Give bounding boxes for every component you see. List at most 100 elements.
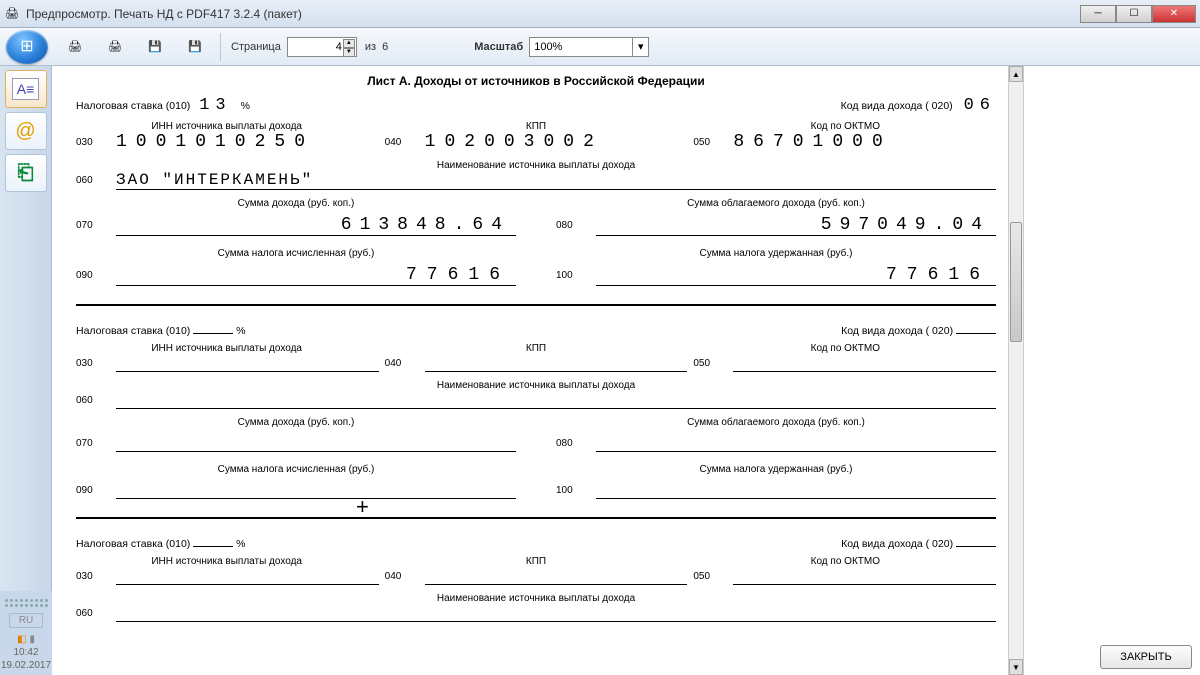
tax-calc-label: Сумма налога исчисленная (руб.) xyxy=(76,248,516,259)
code-090-2: 090 xyxy=(76,485,104,496)
kpp-header: КПП xyxy=(385,121,686,132)
chevron-down-icon: ▾ xyxy=(632,38,648,56)
code-050-2: 050 xyxy=(693,358,721,369)
tax-calc-label-2: Сумма налога исчисленная (руб.) xyxy=(76,464,516,475)
code-050: 050 xyxy=(693,137,721,148)
income-block-1: Налоговая ставка (010) 13 % Код вида дох… xyxy=(76,96,996,294)
src-name-label-3: Наименование источника выплаты дохода xyxy=(76,593,996,604)
percent-label-3: % xyxy=(236,538,245,550)
close-button[interactable]: ЗАКРЫТЬ xyxy=(1100,645,1192,669)
printer-check-icon: 🖨 xyxy=(68,40,82,53)
income-block-3: Налоговая ставка (010) % Код вида дохода… xyxy=(76,529,996,622)
kpp-header-3: КПП xyxy=(385,556,686,567)
code-090: 090 xyxy=(76,270,104,281)
spinner-down-icon[interactable]: ▼ xyxy=(343,48,355,57)
code-040: 040 xyxy=(385,137,413,148)
income-sum-label: Сумма дохода (руб. коп.) xyxy=(76,198,516,209)
floppy-icon: 💾 xyxy=(148,40,162,53)
printer-icon: 🖨 xyxy=(108,40,122,53)
form-title: Лист А. Доходы от источников в Российско… xyxy=(76,74,996,88)
tax-rate-label: Налоговая ставка (010) xyxy=(76,100,190,112)
tray-date: 19.02.2017 xyxy=(1,660,51,671)
at-icon: @ xyxy=(15,120,35,143)
close-window-button[interactable]: ✕ xyxy=(1152,5,1196,23)
vertical-scrollbar[interactable]: ▲ ▼ xyxy=(1008,66,1024,675)
income-code-label: Код вида дохода ( 020) xyxy=(841,100,953,112)
income-code-value: 06 xyxy=(964,96,996,115)
zoom-select[interactable]: 100% ▾ xyxy=(529,37,649,57)
code-030-2: 030 xyxy=(76,358,104,369)
scroll-up-icon[interactable]: ▲ xyxy=(1009,66,1023,82)
left-sidebar: A≡ @ ⎗ RU ◧ ▮ 10:42 19.02.2017 xyxy=(0,66,52,675)
toolbar: 🖨 🖨 💾 💾 Страница ▲ ▼ из 6 Масштаб 100% ▾ xyxy=(0,28,1200,66)
grip-icon xyxy=(0,595,54,611)
taxable-sum-label: Сумма облагаемого дохода (руб. коп.) xyxy=(556,198,996,209)
code-050-3: 050 xyxy=(693,571,721,582)
code-060: 060 xyxy=(76,175,104,186)
window-title: Предпросмотр. Печать НД с PDF417 3.2.4 (… xyxy=(26,7,1080,21)
save-button[interactable]: 💾 xyxy=(136,30,174,64)
save-copy-button[interactable]: 💾 xyxy=(176,30,214,64)
title-bar: 🖨 Предпросмотр. Печать НД с PDF417 3.2.4… xyxy=(0,0,1200,28)
tax-withheld-label-2: Сумма налога удержанная (руб.) xyxy=(556,464,996,475)
code-060-2: 060 xyxy=(76,395,104,406)
inn-value: 1001010250 xyxy=(116,132,379,152)
income-sum-label-2: Сумма дохода (руб. коп.) xyxy=(76,417,516,428)
code-040-2: 040 xyxy=(385,358,413,369)
zoom-value: 100% xyxy=(534,41,562,53)
code-030: 030 xyxy=(76,137,104,148)
text-select-icon: A≡ xyxy=(12,78,40,100)
kpp-header-2: КПП xyxy=(385,343,686,354)
maximize-button[interactable]: ☐ xyxy=(1116,5,1152,23)
window-controls: ─ ☐ ✕ xyxy=(1080,5,1196,23)
income-block-2: Налоговая ставка (010) % Код вида дохода… xyxy=(76,316,996,507)
system-tray: RU ◧ ▮ 10:42 19.02.2017 xyxy=(0,591,52,675)
code-070-2: 070 xyxy=(76,438,104,449)
tray-app-icon[interactable]: ◧ xyxy=(17,634,26,645)
inn-header: ИНН источника выплаты дохода xyxy=(76,121,377,132)
src-name-label: Наименование источника выплаты дохода xyxy=(76,160,996,171)
oktmo-header: Код по ОКТМО xyxy=(695,121,996,132)
tax-withheld-label: Сумма налога удержанная (руб.) xyxy=(556,248,996,259)
src-name-label-2: Наименование источника выплаты дохода xyxy=(76,380,996,391)
tray-time: 10:42 xyxy=(13,647,38,658)
sidebar-tool-text[interactable]: A≡ xyxy=(5,70,47,108)
percent-label-2: % xyxy=(236,325,245,337)
print-default-button[interactable]: 🖨 xyxy=(56,30,94,64)
scroll-thumb[interactable] xyxy=(1010,222,1022,342)
income-code-label-2: Код вида дохода ( 020) xyxy=(841,325,953,337)
scroll-track[interactable] xyxy=(1009,82,1023,659)
income-code-label-3: Код вида дохода ( 020) xyxy=(841,538,953,550)
tax-calc-value: 77616 xyxy=(116,265,516,286)
section-divider xyxy=(76,304,996,306)
document-d-icon: ⎗ xyxy=(18,162,34,185)
page-spinner[interactable]: ▲ ▼ xyxy=(343,39,355,57)
language-indicator[interactable]: RU xyxy=(9,613,43,628)
spinner-up-icon[interactable]: ▲ xyxy=(343,39,355,48)
tax-rate-label-3: Налоговая ставка (010) xyxy=(76,538,190,550)
inn-header-3: ИНН источника выплаты дохода xyxy=(76,556,377,567)
code-030-3: 030 xyxy=(76,571,104,582)
scroll-down-icon[interactable]: ▼ xyxy=(1009,659,1023,675)
main-area: A≡ @ ⎗ RU ◧ ▮ 10:42 19.02.2017 Лист А. Д… xyxy=(0,66,1200,675)
oktmo-header-3: Код по ОКТМО xyxy=(695,556,996,567)
app-icon: 🖨 xyxy=(4,6,20,22)
code-100: 100 xyxy=(556,270,584,281)
oktmo-header-2: Код по ОКТМО xyxy=(695,343,996,354)
document-page[interactable]: Лист А. Доходы от источников в Российско… xyxy=(68,66,1004,675)
minimize-button[interactable]: ─ xyxy=(1080,5,1116,23)
signal-icon[interactable]: ▮ xyxy=(29,634,35,645)
taxable-sum-label-2: Сумма облагаемого дохода (руб. коп.) xyxy=(556,417,996,428)
inn-header-2: ИНН источника выплаты дохода xyxy=(76,343,377,354)
sidebar-tool-declaration[interactable]: ⎗ xyxy=(5,154,47,192)
start-orb-icon[interactable] xyxy=(6,30,48,64)
total-pages: 6 xyxy=(382,41,388,53)
print-button[interactable]: 🖨 xyxy=(96,30,134,64)
floppy-stack-icon: 💾 xyxy=(188,40,202,53)
section-divider-2 xyxy=(76,517,996,519)
taxable-sum-value: 597049.04 xyxy=(596,215,996,236)
tax-rate-value: 13 xyxy=(199,96,231,115)
code-060-3: 060 xyxy=(76,608,104,619)
source-name-value: ЗАО "ИНТЕРКАМЕНЬ" xyxy=(116,171,996,190)
sidebar-tool-mail[interactable]: @ xyxy=(5,112,47,150)
